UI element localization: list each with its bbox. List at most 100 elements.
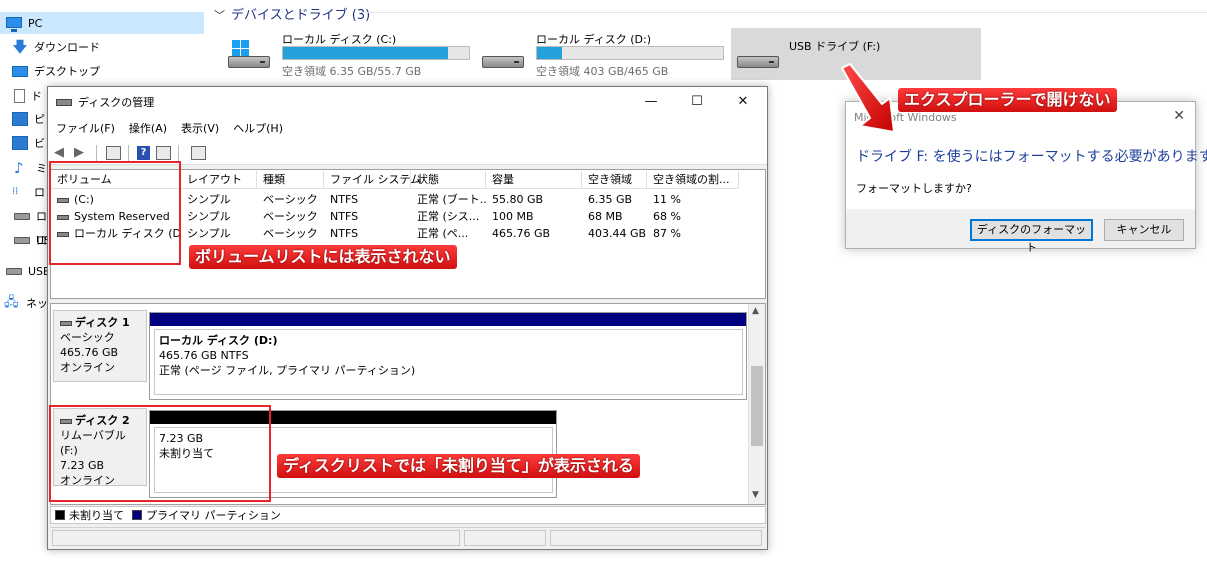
cell-free-space: 403.44 GB <box>588 227 647 240</box>
disk-2-highlight <box>49 405 271 502</box>
scroll-down-icon[interactable]: ▼ <box>752 490 759 500</box>
dialog-footer: ディスクのフォーマット キャンセル <box>846 209 1195 254</box>
close-icon[interactable]: ✕ <box>1173 108 1185 124</box>
download-icon: 🡇 <box>12 38 28 56</box>
format-disk-button[interactable]: ディスクのフォーマット <box>970 219 1093 254</box>
nav-item-downloads[interactable]: 🡇 ダウンロード <box>0 36 204 58</box>
cell-capacity: 465.76 GB <box>492 227 551 240</box>
cell-file-system: NTFS <box>330 227 359 240</box>
callout-not-in-volume-list: ボリュームリストには表示されない <box>189 245 457 269</box>
column-layout[interactable]: レイアウト <box>181 171 257 189</box>
cell-layout: シンプル <box>187 227 231 240</box>
usb-drive-icon <box>6 267 22 275</box>
column-free-percent[interactable]: 空き領域の割... <box>647 171 739 189</box>
network-icon: 🖧 <box>4 295 19 310</box>
cell-free-space: 6.35 GB <box>588 193 633 206</box>
nav-item-label: ネッ <box>26 297 48 310</box>
window-title: ディスクの管理 <box>78 96 155 109</box>
devices-group-header[interactable]: ﹀ デバイスとドライブ (3) <box>214 4 370 23</box>
menu-file[interactable]: ファイル(F) <box>56 120 115 136</box>
column-type[interactable]: 種類 <box>257 171 324 189</box>
primary-partition-stripe <box>150 313 746 326</box>
video-icon <box>12 136 28 150</box>
cell-free-space: 68 MB <box>588 210 623 223</box>
forward-arrow-icon[interactable]: ▶ <box>74 146 84 160</box>
minimize-button[interactable]: — <box>628 87 674 115</box>
nav-item-desktop[interactable]: デスクトップ <box>0 60 204 82</box>
properties-icon[interactable] <box>156 146 171 160</box>
nav-item-pc[interactable]: PC <box>0 12 204 34</box>
partition-title: ローカル ディスク (D:) <box>159 334 278 347</box>
status-segment <box>464 530 546 546</box>
nav-item-label: ピ <box>34 113 45 126</box>
drive-tile-d[interactable]: ローカル ディスク (D:) 空き領域 403 GB/465 GB <box>472 28 730 80</box>
close-button[interactable]: ✕ <box>720 87 766 115</box>
usb-drive-icon <box>14 236 30 244</box>
scroll-thumb[interactable] <box>751 366 763 446</box>
nav-item-label: ダウンロード <box>34 41 100 54</box>
partition-size-fs: 465.76 GB NTFS <box>159 349 249 362</box>
drive-tile-c[interactable]: ローカル ディスク (C:) 空き領域 6.35 GB/55.7 GB <box>218 28 476 80</box>
toolbar-separator <box>128 145 129 161</box>
cell-free-percent: 87 % <box>653 227 681 240</box>
menu-view[interactable]: 表示(V) <box>181 120 219 136</box>
menu-bar: ファイル(F) 操作(A) 表示(V) ヘルプ(H) <box>48 115 767 141</box>
drive-usage-bar <box>282 46 470 60</box>
partition-d[interactable]: ローカル ディスク (D:) 465.76 GB NTFS 正常 (ページ ファ… <box>149 312 747 400</box>
disk-state: オンライン <box>60 361 115 374</box>
column-status[interactable]: 状態 <box>411 171 486 189</box>
disk-icon <box>60 320 72 326</box>
group-title: デバイスとドライブ (3) <box>231 8 371 23</box>
drive-name: ローカル ディスク (D:) <box>536 33 651 46</box>
console-icon[interactable] <box>191 146 206 160</box>
toolbar-separator <box>96 145 97 161</box>
menu-help[interactable]: ヘルプ(H) <box>233 120 283 136</box>
column-file-system[interactable]: ファイル システム <box>324 171 421 189</box>
vertical-scrollbar[interactable]: ▲ ▼ <box>748 304 765 504</box>
windows-logo-icon <box>232 40 249 56</box>
partition-info: ローカル ディスク (D:) 465.76 GB NTFS 正常 (ページ ファ… <box>154 329 743 395</box>
cancel-button[interactable]: キャンセル <box>1104 219 1184 241</box>
menu-action[interactable]: 操作(A) <box>129 120 167 136</box>
callout-unallocated-shown: ディスクリストでは「未割り当て」が表示される <box>277 454 640 478</box>
nav-item-label: ロ <box>36 210 47 223</box>
legend-primary-partition: プライマリ パーティション <box>132 507 281 523</box>
column-free-space[interactable]: 空き領域 <box>582 171 647 189</box>
help-icon[interactable]: ? <box>137 146 150 160</box>
usb-drive-icon <box>737 52 779 68</box>
drive-name: USB ドライブ (F:) <box>789 40 881 53</box>
legend-unallocated: 未割り当て <box>55 507 124 523</box>
disk-management-icon <box>56 95 72 106</box>
cell-type: ベーシック <box>263 193 318 206</box>
title-bar[interactable]: ディスクの管理 — ☐ ✕ <box>48 87 767 115</box>
desktop-icon <box>12 65 28 77</box>
nav-item-label: ビ <box>34 137 45 150</box>
cell-type: ベーシック <box>263 210 318 223</box>
cell-type: ベーシック <box>263 227 318 240</box>
nav-item-label: ド <box>31 90 42 103</box>
drive-usage-bar <box>536 46 724 60</box>
cell-status: 正常 (シス... <box>417 210 480 223</box>
scroll-up-icon[interactable]: ▲ <box>752 306 759 316</box>
column-capacity[interactable]: 容量 <box>486 171 582 189</box>
partition-status: 正常 (ページ ファイル, プライマリ パーティション) <box>159 364 416 377</box>
legend-label: プライマリ パーティション <box>146 509 281 522</box>
objects-icon: ⁞⁞ <box>12 186 19 197</box>
back-arrow-icon[interactable]: ◀ <box>54 146 64 160</box>
disk-name: ディスク 1 <box>60 315 140 330</box>
legend-bar: 未割り当て プライマリ パーティション <box>50 506 766 524</box>
dialog-main-instruction: ドライブ F: を使うにはフォーマットする必要があります。 <box>856 149 1207 165</box>
legend-label: 未割り当て <box>69 509 124 522</box>
cell-layout: シンプル <box>187 210 231 223</box>
music-icon: ♪ <box>14 159 24 177</box>
cell-capacity: 55.80 GB <box>492 193 544 206</box>
disk-1-label[interactable]: ディスク 1 ベーシック 465.76 GB オンライン <box>53 310 147 382</box>
legend-swatch <box>132 510 142 520</box>
nav-item-label: PC <box>28 16 43 30</box>
nav-item-label: デスクトップ <box>34 65 100 78</box>
document-icon <box>14 89 25 103</box>
show-hide-tree-icon[interactable] <box>106 146 121 160</box>
maximize-button[interactable]: ☐ <box>674 87 720 115</box>
drive-free-space: 空き領域 403 GB/465 GB <box>536 65 669 78</box>
cell-capacity: 100 MB <box>492 210 534 223</box>
